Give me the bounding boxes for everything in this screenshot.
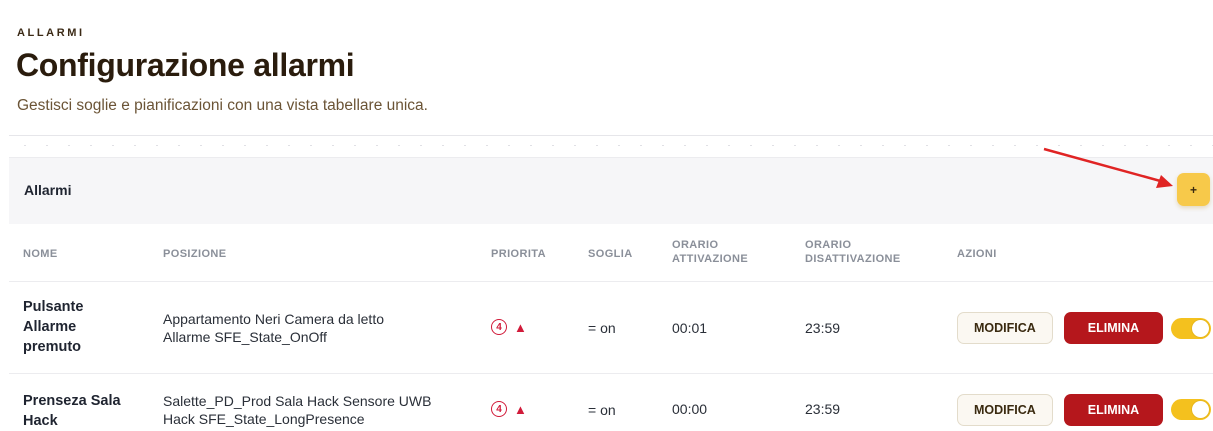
priority-indicator: 4 ▲: [491, 401, 527, 417]
eyebrow-label: ALLARMI: [17, 27, 85, 39]
dotted-separator: [14, 145, 1213, 146]
alarm-name: Pulsante Allarme premuto: [23, 299, 84, 355]
header-divider: [9, 135, 1213, 136]
activation-time: 00:01: [672, 320, 708, 336]
delete-button[interactable]: ELIMINA: [1064, 312, 1163, 344]
deactivation-time: 23:59: [805, 320, 841, 336]
column-header-posizione: POSIZIONE: [163, 248, 227, 260]
page-subtitle: Gestisci soglie e pianificazioni con una…: [17, 97, 428, 114]
alarm-name: Prenseza Sala Hack: [23, 393, 121, 429]
header-row-divider: [9, 281, 1213, 282]
column-header-soglia: SOGLIA: [588, 248, 633, 260]
threshold-value: = on: [588, 320, 616, 336]
triangle-up-icon: ▲: [514, 401, 527, 417]
toggle-knob: [1192, 320, 1209, 337]
triangle-up-icon: ▲: [514, 319, 527, 335]
alarm-position: Appartamento Neri Camera da letto Allarm…: [163, 311, 384, 345]
add-alarm-button[interactable]: +: [1177, 173, 1210, 206]
enable-toggle[interactable]: [1171, 399, 1211, 420]
deactivation-time: 23:59: [805, 401, 841, 417]
activation-time: 00:00: [672, 401, 708, 417]
edit-button[interactable]: MODIFICA: [957, 394, 1053, 426]
column-header-azioni: AZIONI: [957, 248, 997, 260]
edit-button[interactable]: MODIFICA: [957, 312, 1053, 344]
alarm-position: Salette_PD_Prod Sala Hack Sensore UWB Ha…: [163, 393, 432, 427]
page-title: Configurazione allarmi: [16, 47, 355, 83]
card-title: Allarmi: [24, 182, 72, 198]
card-header: Allarmi +: [9, 157, 1213, 224]
enable-toggle[interactable]: [1171, 318, 1211, 339]
delete-button[interactable]: ELIMINA: [1064, 394, 1163, 426]
column-header-priorita: PRIORITA: [491, 248, 546, 260]
annotation-arrow-icon: [1043, 147, 1173, 188]
priority-indicator: 4 ▲: [491, 319, 527, 335]
priority-badge: 4: [491, 319, 507, 335]
toggle-knob: [1192, 401, 1209, 418]
column-header-orario-attivazione: ORARIO ATTIVAZIONE: [672, 239, 749, 265]
priority-badge: 4: [491, 401, 507, 417]
column-header-nome: NOME: [23, 248, 58, 260]
row-divider: [9, 373, 1213, 374]
threshold-value: = on: [588, 402, 616, 418]
column-header-orario-disattivazione: ORARIO DISATTIVAZIONE: [805, 239, 901, 265]
